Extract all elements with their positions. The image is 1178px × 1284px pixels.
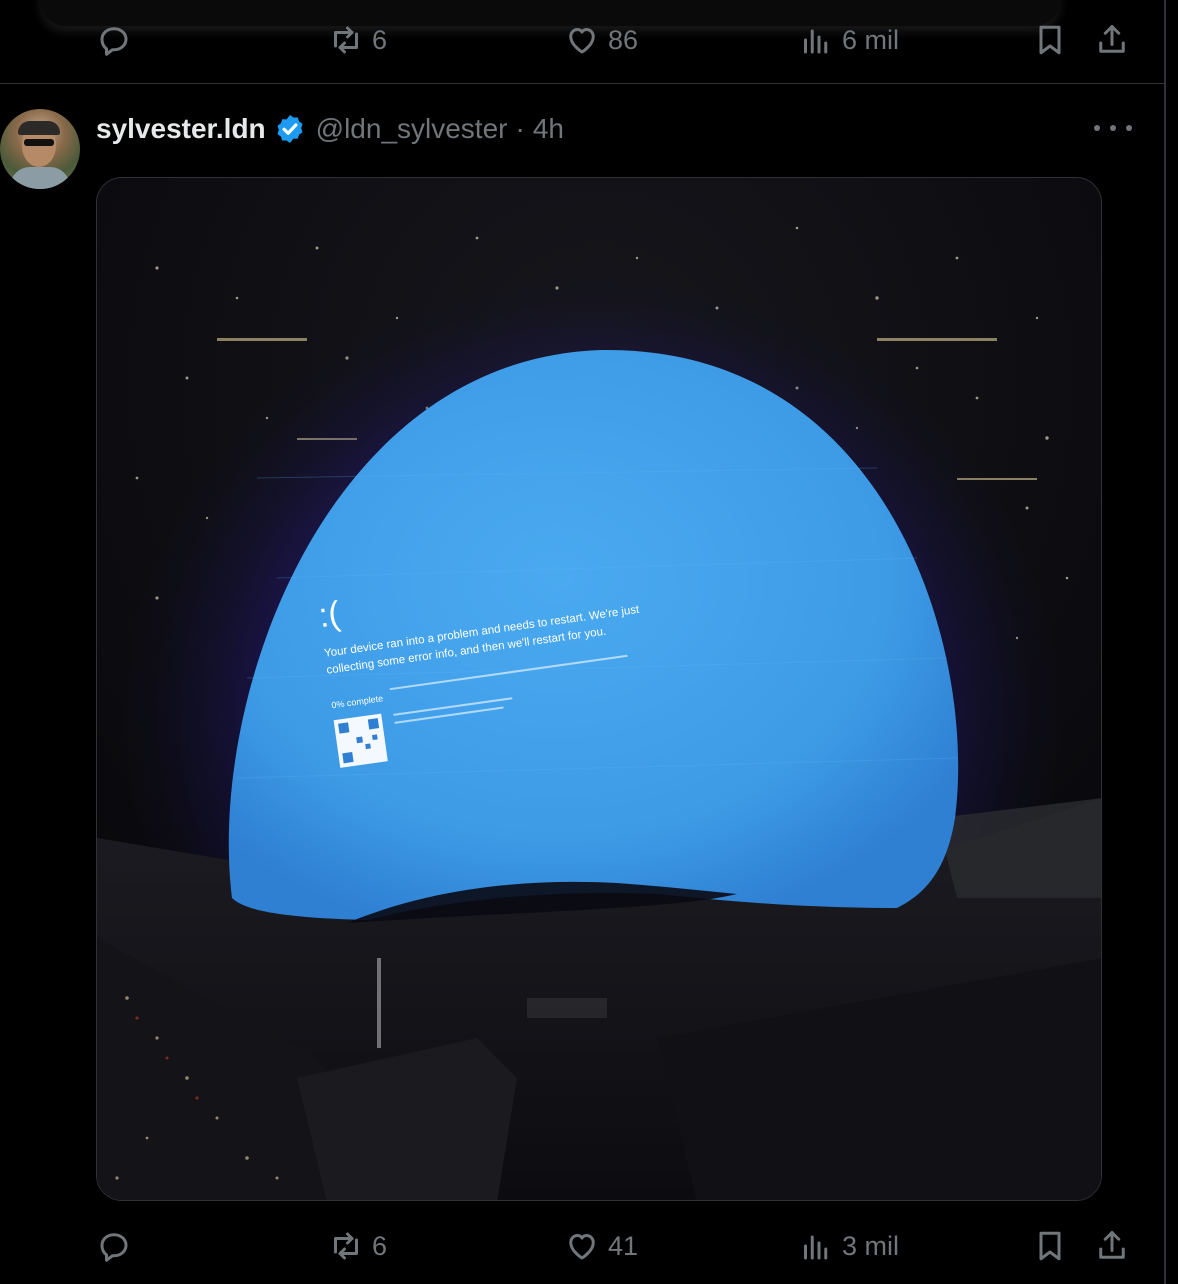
heart-icon	[569, 1234, 595, 1260]
bookmark-icon	[1039, 1231, 1061, 1261]
tweet-header: sylvester.ldn @ldn_sylvester · 4h	[96, 110, 564, 148]
retweet-icon	[334, 26, 358, 54]
like-count: 41	[608, 1230, 639, 1261]
views-button[interactable]: 3 mil	[798, 1221, 899, 1271]
more-options-button[interactable]	[1094, 112, 1132, 144]
reply-button[interactable]	[96, 1221, 140, 1271]
share-button[interactable]	[1094, 15, 1130, 65]
sphere-photo-illustration: :( Your device ran into a problem and ne…	[97, 178, 1101, 1200]
bookmark-button[interactable]	[1032, 15, 1068, 65]
verified-badge-icon[interactable]	[274, 113, 306, 145]
tweet-divider	[0, 83, 1164, 84]
heart-icon	[569, 28, 595, 54]
views-chart-icon	[804, 1235, 828, 1260]
views-button[interactable]: 6 mil	[798, 15, 899, 65]
retweet-count: 6	[372, 1230, 388, 1261]
header-separator: ·	[515, 113, 525, 144]
tweet-action-bar: 6 41 3 mil	[96, 1221, 1136, 1271]
retweet-count: 6	[372, 24, 388, 55]
share-button[interactable]	[1094, 1221, 1130, 1271]
retweet-button[interactable]: 6	[328, 15, 387, 65]
retweet-icon	[334, 1232, 358, 1260]
like-button[interactable]: 41	[564, 1221, 638, 1271]
more-dot-icon	[1094, 125, 1100, 131]
share-icon	[1099, 25, 1125, 53]
more-dot-icon	[1110, 125, 1116, 131]
tweet-media-photo[interactable]: :( Your device ran into a problem and ne…	[96, 177, 1102, 1201]
tweet-timestamp[interactable]: 4h	[533, 113, 564, 145]
retweet-button[interactable]: 6	[328, 1221, 387, 1271]
share-icon	[1099, 1231, 1125, 1259]
views-count: 3 mil	[842, 1230, 900, 1261]
previous-tweet-action-bar: 6 86 6 mil	[96, 15, 1136, 65]
reply-icon	[100, 1233, 128, 1262]
bookmark-icon	[1039, 25, 1061, 55]
more-dot-icon	[1126, 125, 1132, 131]
reply-icon	[100, 27, 128, 56]
author-display-name[interactable]: sylvester.ldn	[96, 113, 266, 145]
timeline-right-border	[1164, 0, 1166, 1284]
like-count: 86	[608, 24, 639, 55]
author-handle[interactable]: @ldn_sylvester	[316, 113, 508, 145]
views-chart-icon	[804, 29, 828, 54]
author-avatar[interactable]	[0, 109, 80, 189]
views-count: 6 mil	[842, 24, 900, 55]
bookmark-button[interactable]	[1032, 1221, 1068, 1271]
reply-button[interactable]	[96, 15, 140, 65]
like-button[interactable]: 86	[564, 15, 638, 65]
